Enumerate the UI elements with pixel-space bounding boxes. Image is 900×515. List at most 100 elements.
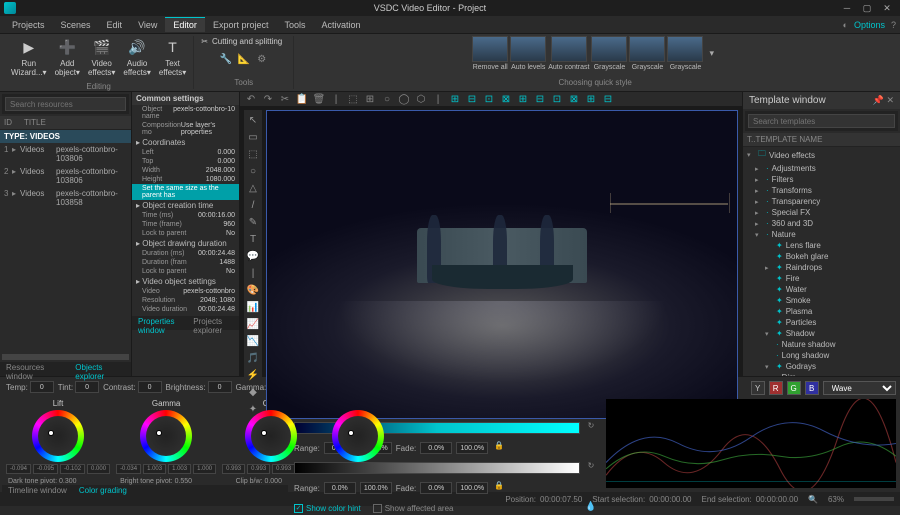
tab-properties[interactable]: Properties window	[132, 316, 187, 330]
menu-tools[interactable]: Tools	[276, 18, 313, 32]
close-button[interactable]: ✕	[878, 1, 896, 15]
menu-export-project[interactable]: Export project	[205, 18, 277, 32]
template-item[interactable]: ▸·Adjustments	[743, 163, 900, 174]
side-tool[interactable]: /	[245, 197, 261, 213]
scope-b-channel[interactable]: B	[805, 381, 819, 395]
tool-icon-2[interactable]: 📐	[237, 53, 251, 67]
prop-row[interactable]: Top0.000	[132, 157, 239, 166]
search-resources-input[interactable]	[5, 97, 126, 111]
align-icon[interactable]: ⊠	[567, 92, 581, 106]
template-item[interactable]: ✦Bokeh glare	[743, 251, 900, 262]
side-tool[interactable]: 📉	[245, 333, 261, 349]
toolbar-icon[interactable]: 🗑	[312, 92, 326, 106]
template-item[interactable]: ▾🗀Video effects	[743, 147, 900, 163]
side-tool[interactable]: 💬	[245, 248, 261, 264]
show-area-checkbox[interactable]: Show affected area	[373, 501, 454, 515]
resource-item[interactable]: 1▸Videospexels-cottonbro-103806	[0, 143, 131, 165]
preview-canvas[interactable]	[266, 110, 738, 419]
toolbar-icon[interactable]: ✂	[278, 92, 292, 106]
toolbar-icon[interactable]: ⊞	[363, 92, 377, 106]
menu-view[interactable]: View	[130, 18, 165, 32]
prop-row[interactable]: Lock to parentNo	[132, 267, 239, 276]
toolbar-icon[interactable]: ◯	[397, 92, 411, 106]
align-icon[interactable]: ⊞	[584, 92, 598, 106]
ribbon-add[interactable]: ➕Addobject▾	[52, 36, 83, 80]
menu-projects[interactable]: Projects	[4, 18, 53, 32]
reset-icon[interactable]: ↻	[584, 421, 598, 435]
scope-wave-select[interactable]: Wave	[823, 381, 896, 395]
resource-item[interactable]: 3▸Videospexels-cottonbro-103858	[0, 187, 131, 209]
template-item[interactable]: · Dim	[743, 372, 900, 376]
template-item[interactable]: ▸·360 and 3D	[743, 218, 900, 229]
prop-row[interactable]: Left0.000	[132, 148, 239, 157]
tool-icon-1[interactable]: 🔧	[219, 53, 233, 67]
ribbon-audio[interactable]: 🔊Audioeffects▾	[120, 36, 153, 80]
side-tool[interactable]: △	[245, 180, 261, 196]
lock-icon[interactable]: 🔒	[492, 481, 506, 495]
template-item[interactable]: · Long shadow	[743, 350, 900, 361]
prop-row[interactable]: Composition moUse layer's properties	[132, 121, 239, 137]
toolbar-icon[interactable]: ↶	[244, 92, 258, 106]
maximize-button[interactable]: ▢	[858, 1, 876, 15]
col-template-name[interactable]: TEMPLATE NAME	[755, 135, 822, 144]
gamma-wheel[interactable]	[140, 410, 192, 462]
align-icon[interactable]: ⊞	[448, 92, 462, 106]
side-tool[interactable]: |	[245, 265, 261, 281]
side-tool[interactable]: ▭	[245, 129, 261, 145]
template-item[interactable]: ✦Particles	[743, 317, 900, 328]
tab-objects[interactable]: Objects explorer	[69, 362, 131, 376]
temp-input[interactable]	[30, 381, 54, 393]
ribbon-video[interactable]: 🎬Videoeffects▾	[85, 36, 118, 80]
scrollbar-h[interactable]	[2, 354, 129, 360]
prop-row[interactable]: Height1080.000	[132, 175, 239, 184]
tab-timeline[interactable]: Timeline window	[2, 485, 73, 496]
side-tool[interactable]: ↖	[245, 112, 261, 128]
side-tool[interactable]: 📊	[245, 299, 261, 315]
resource-item[interactable]: 2▸Videospexels-cottonbro-103806	[0, 165, 131, 187]
prop-row[interactable]: Duration (ms)00:00:24.48	[132, 249, 239, 258]
toolbar-icon[interactable]: ⬚	[346, 92, 360, 106]
prop-row[interactable]: Resolution2048; 1080	[132, 296, 239, 305]
toolbar-icon[interactable]: ↷	[261, 92, 275, 106]
prop-row[interactable]: ▸ Object creation time	[132, 200, 239, 211]
gain-wheel[interactable]	[245, 410, 297, 462]
search-templates-input[interactable]	[748, 114, 895, 128]
waveform-scope[interactable]	[606, 399, 896, 488]
prop-row[interactable]: Set the same size as the parent has	[132, 184, 239, 200]
offset-wheel[interactable]	[332, 410, 384, 462]
cutting-splitting-button[interactable]: ✂Cutting and splitting	[198, 36, 289, 49]
menu-scenes[interactable]: Scenes	[53, 18, 99, 32]
prop-row[interactable]: Lock to parentNo	[132, 229, 239, 238]
style-remove-all[interactable]	[472, 36, 508, 62]
tab-color-grading[interactable]: Color grading	[73, 485, 133, 496]
show-hint-checkbox[interactable]: ✓Show color hint	[294, 501, 361, 515]
help-icon[interactable]: ?	[891, 20, 896, 30]
template-item[interactable]: ▸·Transforms	[743, 185, 900, 196]
prop-row[interactable]: Object namepexels-cottonbro-10	[132, 105, 239, 121]
tint-input[interactable]	[75, 381, 99, 393]
col-title[interactable]: TITLE	[24, 118, 46, 127]
align-icon[interactable]: ⊡	[550, 92, 564, 106]
side-tool[interactable]: T	[245, 231, 261, 247]
ribbon-run[interactable]: ▶RunWizard...▾	[8, 36, 50, 80]
style-grayscale[interactable]	[629, 36, 665, 62]
prop-row[interactable]: ▸ Object drawing duration	[132, 238, 239, 249]
prop-row[interactable]: Time (ms)00:00:16.00	[132, 211, 239, 220]
style-grayscale[interactable]	[667, 36, 703, 62]
minimize-button[interactable]: ─	[838, 1, 856, 15]
style-grayscale[interactable]	[591, 36, 627, 62]
zoom-slider[interactable]	[854, 497, 894, 501]
prop-row[interactable]: ▸ Coordinates	[132, 137, 239, 148]
toolbar-icon[interactable]: ⬡	[414, 92, 428, 106]
prop-row[interactable]: Width2048.000	[132, 166, 239, 175]
side-tool[interactable]: ○	[245, 163, 261, 179]
prop-row[interactable]: Video duration00:00:24.48	[132, 305, 239, 314]
side-tool[interactable]: 🎨	[245, 282, 261, 298]
style-auto-levels[interactable]	[510, 36, 546, 62]
template-item[interactable]: ✦Water	[743, 284, 900, 295]
template-item[interactable]: ▾·Nature	[743, 229, 900, 240]
template-item[interactable]: · Nature shadow	[743, 339, 900, 350]
pin-icon[interactable]: 📌 ✕	[873, 95, 894, 106]
hue-bar-2[interactable]	[294, 462, 580, 474]
prop-row[interactable]: ▸ Video object settings	[132, 276, 239, 287]
